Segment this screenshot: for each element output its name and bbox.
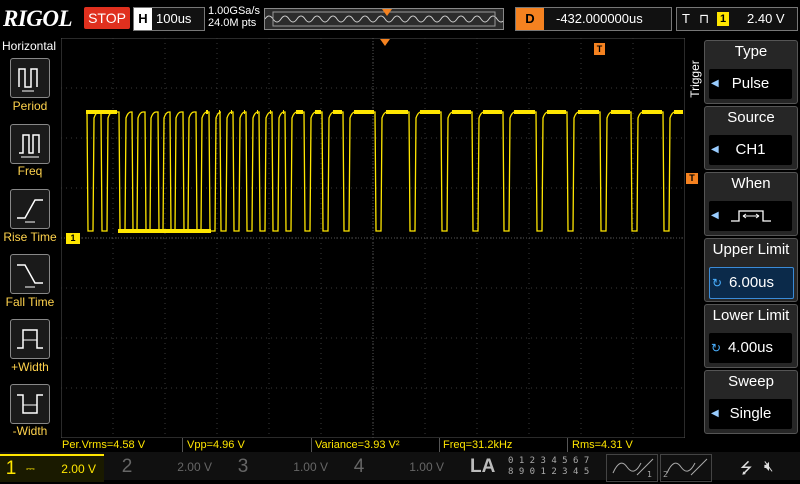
la-channel-digits-row2: 8 9 0 1 2 3 4 5: [508, 467, 590, 477]
softkey-value: 4.00us: [727, 339, 774, 356]
waveform-display[interactable]: [60, 37, 686, 439]
trigger-source-softkey[interactable]: Source ◀ CH1: [704, 106, 798, 170]
rise-time-icon[interactable]: [10, 189, 50, 229]
ch3-number: 3: [237, 456, 249, 477]
softkey-value: 6.00us: [728, 274, 775, 291]
softkey-value: Single: [729, 405, 772, 422]
panel-title: Horizontal: [2, 39, 57, 53]
sine-wave-icon: 1: [612, 458, 654, 479]
negative-width-label: -Width: [12, 424, 48, 438]
measurement-item[interactable]: Rms=4.31 V: [572, 438, 696, 452]
logic-analyzer-tab[interactable]: LA 0 1 2 3 4 5 6 7 8 9 0 1 2 3 4 5: [466, 454, 600, 480]
ch3-scale: 1.00 V: [293, 460, 328, 474]
svg-text:1: 1: [647, 470, 652, 479]
trigger-display[interactable]: T ⊓ 1 2.40 V: [676, 7, 798, 31]
trigger-key: T: [682, 11, 690, 26]
ch4-number: 4: [353, 456, 365, 477]
rise-time-label: Rise Time: [3, 230, 57, 244]
ch4-scale: 1.00 V: [409, 460, 444, 474]
ch2-number: 2: [121, 456, 133, 477]
waveform-grid: [60, 37, 686, 439]
delay-key: D: [516, 8, 544, 30]
ch1-scale: 2.00 V: [61, 462, 96, 476]
dc-coupling-icon: ⎓: [26, 463, 35, 475]
svg-text:2: 2: [663, 470, 668, 479]
la-channel-digits-row1: 0 1 2 3 4 5 6 7: [508, 456, 590, 466]
measurement-bar: Per.Vrms=4.58 V Vpp=4.96 V Variance=3.93…: [60, 438, 700, 452]
fall-time-label: Fall Time: [5, 295, 55, 309]
channel-status-bar: 1 ⎓ 2.00 V 2 2.00 V 3 1.00 V 4 1.00 V LA…: [0, 452, 800, 482]
timebase-display[interactable]: H 100us: [133, 7, 205, 31]
softkey-value: Pulse: [731, 75, 770, 92]
fall-time-icon[interactable]: [10, 254, 50, 294]
upper-limit-softkey[interactable]: Upper Limit ↻ 6.00us: [704, 238, 798, 302]
measurement-item[interactable]: Vpp=4.96 V: [187, 438, 312, 452]
negative-width-icon[interactable]: [10, 384, 50, 424]
measurement-item[interactable]: Per.Vrms=4.58 V: [62, 438, 183, 452]
lower-limit-softkey[interactable]: Lower Limit ↻ 4.00us: [704, 304, 798, 368]
softkey-title: When: [731, 175, 771, 192]
sweep-softkey[interactable]: Sweep ◀ Single: [704, 370, 798, 434]
ch2-tab[interactable]: 2 2.00 V: [116, 454, 220, 480]
period-icon[interactable]: [10, 58, 50, 98]
la-label: LA: [470, 456, 496, 477]
pulse-trigger-icon: ⊓: [699, 11, 710, 26]
source2-tab[interactable]: 2: [660, 454, 712, 482]
ch1-number: 1: [5, 458, 17, 479]
ch1-tab[interactable]: 1 ⎓ 2.00 V: [0, 454, 104, 482]
trigger-source-chip: 1: [717, 12, 729, 26]
run-stop-status[interactable]: STOP: [84, 7, 130, 29]
frequency-icon[interactable]: [10, 124, 50, 164]
delay-value: -432.000000us: [556, 11, 643, 26]
usb-icon: ⭍: [740, 460, 753, 477]
trigger-position-marker: [382, 9, 392, 16]
speaker-muted-icon[interactable]: 🔇︎: [764, 458, 773, 475]
trigger-level: 2.40 V: [747, 11, 785, 26]
positive-width-icon[interactable]: [10, 319, 50, 359]
softkey-title: Source: [727, 109, 775, 126]
trigger-center-marker: [380, 39, 390, 46]
softkey-title: Lower Limit: [712, 307, 790, 324]
menu-tab-label: Trigger: [688, 60, 702, 98]
measure-side-panel: Horizontal Period Freq Rise Time Fall Ti…: [0, 38, 60, 438]
positive-width-label: +Width: [11, 360, 49, 374]
ch4-tab[interactable]: 4 1.00 V: [348, 454, 452, 480]
trigger-level-marker[interactable]: T: [686, 173, 698, 184]
period-label: Period: [12, 99, 48, 113]
trigger-time-marker: T: [594, 43, 605, 55]
trigger-when-softkey[interactable]: When ◀: [704, 172, 798, 236]
memory-overview-bar: [264, 8, 504, 30]
softkey-title: Type: [734, 43, 768, 60]
memory-depth: 24.0M pts: [208, 17, 257, 29]
brand-logo: RIGOL: [3, 6, 73, 31]
softkey-title: Upper Limit: [712, 241, 790, 258]
timebase-value: 100us: [156, 11, 192, 26]
softkey-title: Sweep: [728, 373, 774, 390]
sample-rate: 1.00GSa/s: [208, 5, 260, 17]
acquisition-info: 1.00GSa/s 24.0M pts: [208, 5, 260, 29]
measurement-item[interactable]: Variance=3.93 V²: [315, 438, 440, 452]
ch2-scale: 2.00 V: [177, 460, 212, 474]
menu-tab: Trigger: [687, 50, 703, 110]
trigger-type-softkey[interactable]: Type ◀ Pulse: [704, 40, 798, 104]
pulse-width-range-icon: [709, 201, 792, 231]
measurement-item[interactable]: Freq=31.2kHz: [443, 438, 568, 452]
top-status-bar: RIGOL STOP H 100us 1.00GSa/s 24.0M pts D…: [0, 0, 800, 38]
sine-wave-icon: 2: [663, 458, 708, 479]
ch1-ground-marker[interactable]: 1: [66, 233, 80, 244]
delay-display[interactable]: D -432.000000us: [515, 7, 672, 31]
softkey-value: CH1: [735, 141, 766, 158]
horizontal-key: H: [134, 8, 152, 30]
ch3-tab[interactable]: 3 1.00 V: [232, 454, 336, 480]
source1-tab[interactable]: 1: [606, 454, 658, 482]
freq-label: Freq: [17, 164, 43, 178]
